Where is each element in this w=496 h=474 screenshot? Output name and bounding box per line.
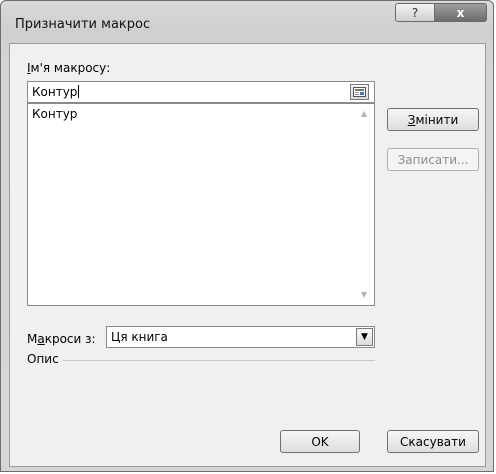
macro-name-label: Ім'я макросу:	[27, 61, 111, 75]
collapse-dialog-button[interactable]	[350, 84, 369, 100]
record-button[interactable]: Записати...	[387, 148, 479, 171]
description-label: Опис	[27, 352, 63, 366]
cancel-button[interactable]: Скасувати	[387, 430, 479, 453]
collapse-dialog-icon	[353, 87, 366, 97]
macros-in-value: Ця книга	[111, 330, 168, 344]
scroll-down-icon[interactable]: ▼	[361, 290, 367, 299]
close-button[interactable]: x	[435, 3, 487, 22]
description-divider	[27, 360, 375, 361]
macro-name-input[interactable]: Контур	[27, 81, 375, 103]
macros-in-dropdown[interactable]: Ця книга ▼	[106, 326, 375, 348]
edit-button[interactable]: Змінити	[387, 108, 479, 131]
close-icon: x	[456, 5, 465, 20]
text-caret	[78, 85, 80, 98]
dialog-body: Ім'я макросу: Контур Контур ▲ ▼ Змінити …	[9, 43, 486, 467]
list-item[interactable]: Контур	[32, 107, 77, 121]
chevron-down-icon: ▼	[361, 332, 368, 342]
macros-in-label: Макроси з:	[27, 332, 96, 346]
dropdown-button[interactable]: ▼	[356, 328, 373, 346]
listbox-scrollbar[interactable]: ▲ ▼	[357, 104, 374, 305]
ok-button[interactable]: OK	[280, 430, 360, 453]
dialog-title: Призначити макрос	[15, 17, 151, 32]
description-group: Опис	[27, 352, 375, 368]
scroll-up-icon[interactable]: ▲	[361, 109, 367, 118]
caption-buttons: ? x	[395, 3, 487, 22]
assign-macro-dialog: Призначити макрос ? x Ім'я макросу: Конт…	[0, 0, 494, 472]
help-icon: ?	[411, 5, 419, 20]
title-bar[interactable]: Призначити макрос ? x	[1, 1, 493, 45]
macro-listbox[interactable]: Контур ▲ ▼	[27, 103, 375, 306]
help-button[interactable]: ?	[395, 3, 435, 22]
